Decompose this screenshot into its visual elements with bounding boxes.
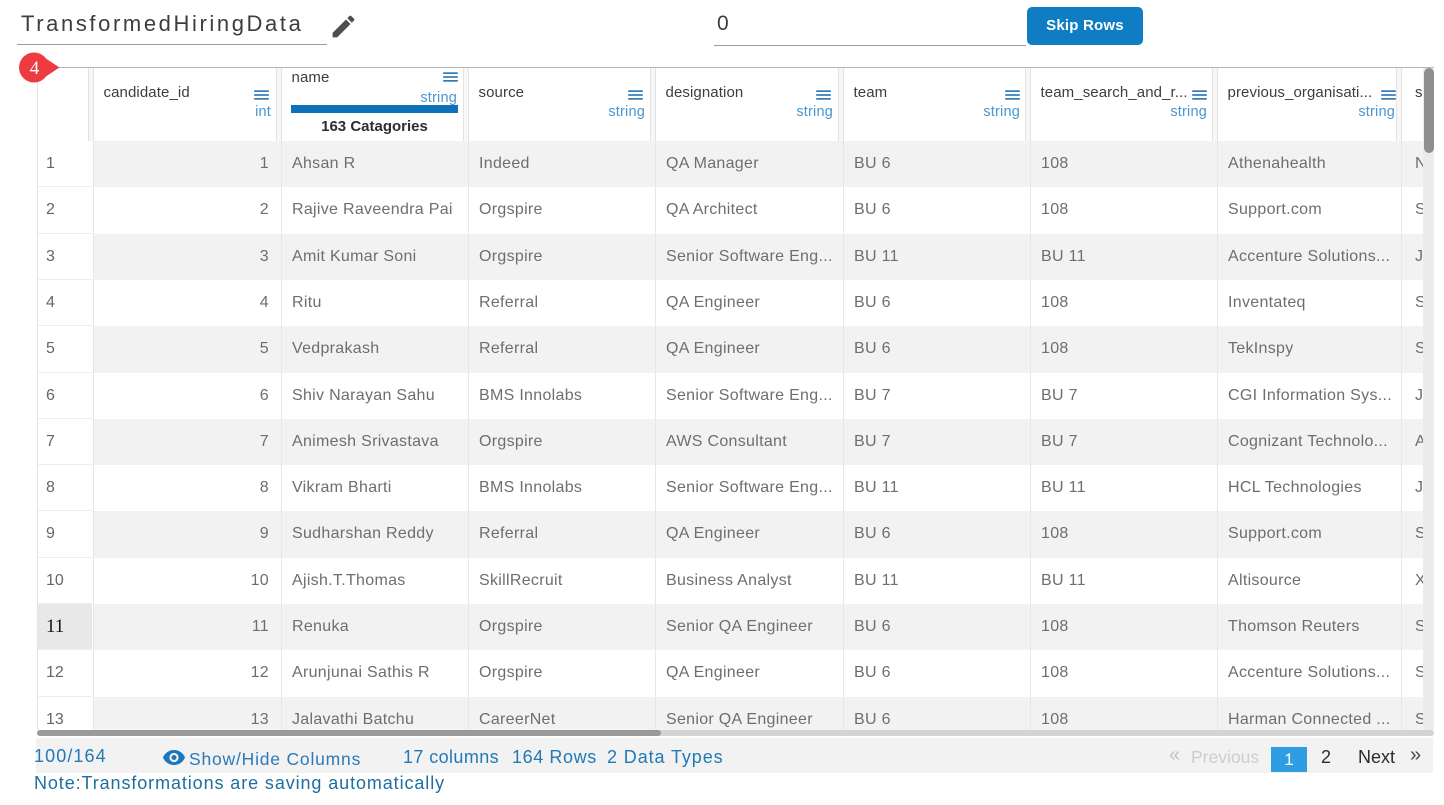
svg-text:4: 4: [30, 58, 40, 79]
